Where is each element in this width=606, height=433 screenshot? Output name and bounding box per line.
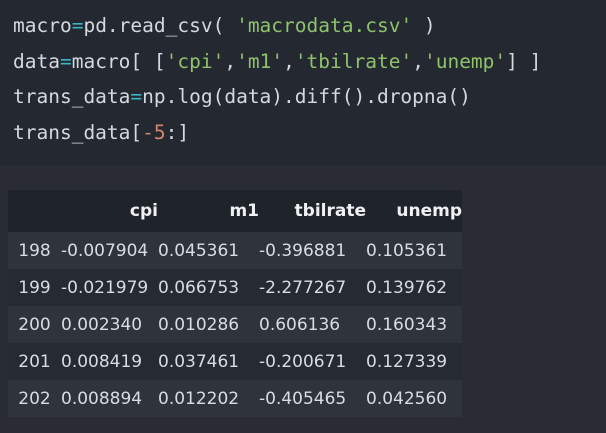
table-row: 198 -0.007904 0.045361 -0.396881 0.10536… bbox=[8, 232, 462, 269]
cell-tbilrate: 0.606136 bbox=[259, 314, 341, 335]
code-token-plain: pd.read_csv( bbox=[83, 14, 237, 37]
cell-cpi: -0.007904 bbox=[61, 240, 149, 261]
cell-cpi: -0.021979 bbox=[61, 277, 149, 298]
code-token-op: = bbox=[71, 14, 84, 37]
index-header bbox=[8, 190, 61, 232]
row-index: 202 bbox=[18, 388, 51, 409]
column-header-m1: m1 bbox=[158, 190, 259, 232]
cell-unemp: 0.160343 bbox=[366, 314, 448, 335]
column-header-tbilrate: tbilrate bbox=[259, 190, 366, 232]
cell-m1: 0.037461 bbox=[158, 351, 240, 372]
code-cell[interactable]: macro=pd.read_csv( 'macrodata.csv' ) dat… bbox=[0, 0, 606, 165]
code-token-op: = bbox=[130, 85, 143, 108]
code-token-plain: data bbox=[13, 49, 60, 73]
cell-tbilrate: -0.396881 bbox=[259, 240, 347, 261]
code-token-plain: macro bbox=[13, 14, 72, 37]
row-index: 199 bbox=[18, 277, 51, 298]
cell-unemp: 0.127339 bbox=[366, 351, 448, 372]
cell-unemp: 0.042560 bbox=[366, 388, 448, 409]
code-token-plain: , bbox=[283, 49, 295, 73]
code-token-plain: ) bbox=[412, 14, 436, 37]
code-token-num: -5 bbox=[142, 120, 166, 144]
code-token-plain: macro[ [ bbox=[71, 49, 166, 73]
code-token-str: 'unemp' bbox=[423, 49, 507, 73]
code-token-str: 'macrodata.csv' bbox=[236, 14, 413, 37]
cell-m1: 0.066753 bbox=[158, 277, 240, 298]
code-token-str: 'cpi' bbox=[165, 49, 225, 73]
cell-unemp: 0.139762 bbox=[366, 277, 448, 298]
column-header-unemp: unemp bbox=[366, 190, 462, 232]
code-token-plain: ] ] bbox=[506, 49, 542, 73]
code-token-plain: np.log(data).diff().dropna() bbox=[142, 85, 471, 108]
row-index: 200 bbox=[18, 314, 51, 335]
table-row: 199 -0.021979 0.066753 -2.277267 0.13976… bbox=[8, 269, 462, 306]
code-token-plain: , bbox=[224, 49, 237, 73]
code-token-op: = bbox=[59, 49, 72, 73]
cell-cpi: 0.008894 bbox=[61, 388, 143, 409]
table-row: 201 0.008419 0.037461 -0.200671 0.127339 bbox=[8, 343, 462, 380]
cell-m1: 0.045361 bbox=[158, 240, 240, 261]
cell-output: cpi m1 tbilrate unemp 198 -0.007904 0.04… bbox=[0, 165, 606, 433]
cell-tbilrate: -2.277267 bbox=[259, 277, 347, 298]
code-token-plain: :] bbox=[165, 120, 190, 144]
cell-tbilrate: -0.405465 bbox=[259, 388, 347, 409]
cell-m1: 0.012202 bbox=[158, 388, 240, 409]
code-token-plain: trans_data[ bbox=[13, 120, 143, 144]
code-line: data=macro[ ['cpi','m1','tbilrate','unem… bbox=[13, 44, 606, 80]
dataframe-table: cpi m1 tbilrate unemp 198 -0.007904 0.04… bbox=[8, 190, 462, 417]
cell-tbilrate: -0.200671 bbox=[259, 351, 347, 372]
row-index: 198 bbox=[18, 240, 51, 261]
table-row: 200 0.002340 0.010286 0.606136 0.160343 bbox=[8, 306, 462, 343]
cell-unemp: 0.105361 bbox=[366, 240, 448, 261]
code-token-plain: trans_data bbox=[13, 85, 131, 108]
row-index: 201 bbox=[18, 351, 51, 372]
code-line: macro=pd.read_csv( 'macrodata.csv' ) bbox=[13, 8, 606, 44]
code-line: trans_data=np.log(data).diff().dropna() bbox=[13, 79, 606, 115]
cell-m1: 0.010286 bbox=[158, 314, 240, 335]
code-token-plain: , bbox=[412, 49, 424, 73]
table-row: 202 0.008894 0.012202 -0.405465 0.042560 bbox=[8, 380, 462, 417]
column-header-cpi: cpi bbox=[61, 190, 158, 232]
cell-cpi: 0.008419 bbox=[61, 351, 143, 372]
code-token-str: 'tbilrate' bbox=[294, 49, 413, 73]
cell-cpi: 0.002340 bbox=[61, 314, 143, 335]
code-token-str: 'm1' bbox=[236, 49, 284, 73]
table-header-row: cpi m1 tbilrate unemp bbox=[8, 190, 462, 232]
code-line: trans_data[-5:] bbox=[13, 115, 606, 151]
